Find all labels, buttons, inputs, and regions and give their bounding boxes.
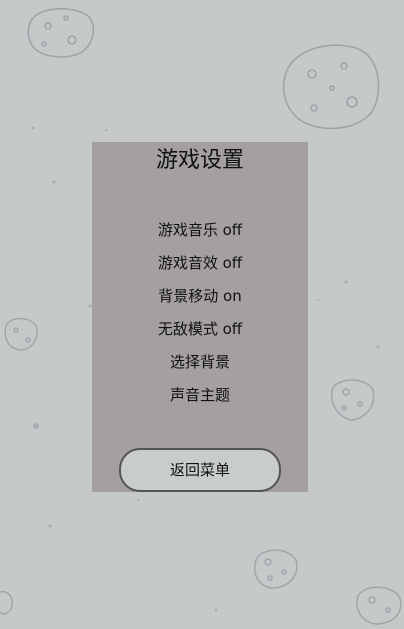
asteroid-icon [254,549,298,589]
background-scroll-toggle-option[interactable]: 背景移动 on [92,286,308,306]
music-toggle-option[interactable]: 游戏音乐 off [92,220,308,240]
asteroid-icon [283,44,380,130]
asteroid-icon [27,8,95,58]
asteroid-icon [356,586,402,625]
back-to-menu-button[interactable]: 返回菜单 [119,448,281,492]
panel-title: 游戏设置 [155,148,244,173]
choose-background-option[interactable]: 选择背景 [92,352,308,372]
sound-theme-option[interactable]: 声音主题 [92,385,308,405]
asteroid-icon [4,317,38,351]
asteroid-icon [330,379,375,421]
asteroid-icon [0,590,14,615]
invincible-mode-toggle-option[interactable]: 无敌模式 off [92,319,308,339]
sound-effects-toggle-option[interactable]: 游戏音效 off [92,253,308,273]
settings-panel: 游戏设置 游戏音乐 off 游戏音效 off 背景移动 on 无敌模式 off … [92,142,308,492]
